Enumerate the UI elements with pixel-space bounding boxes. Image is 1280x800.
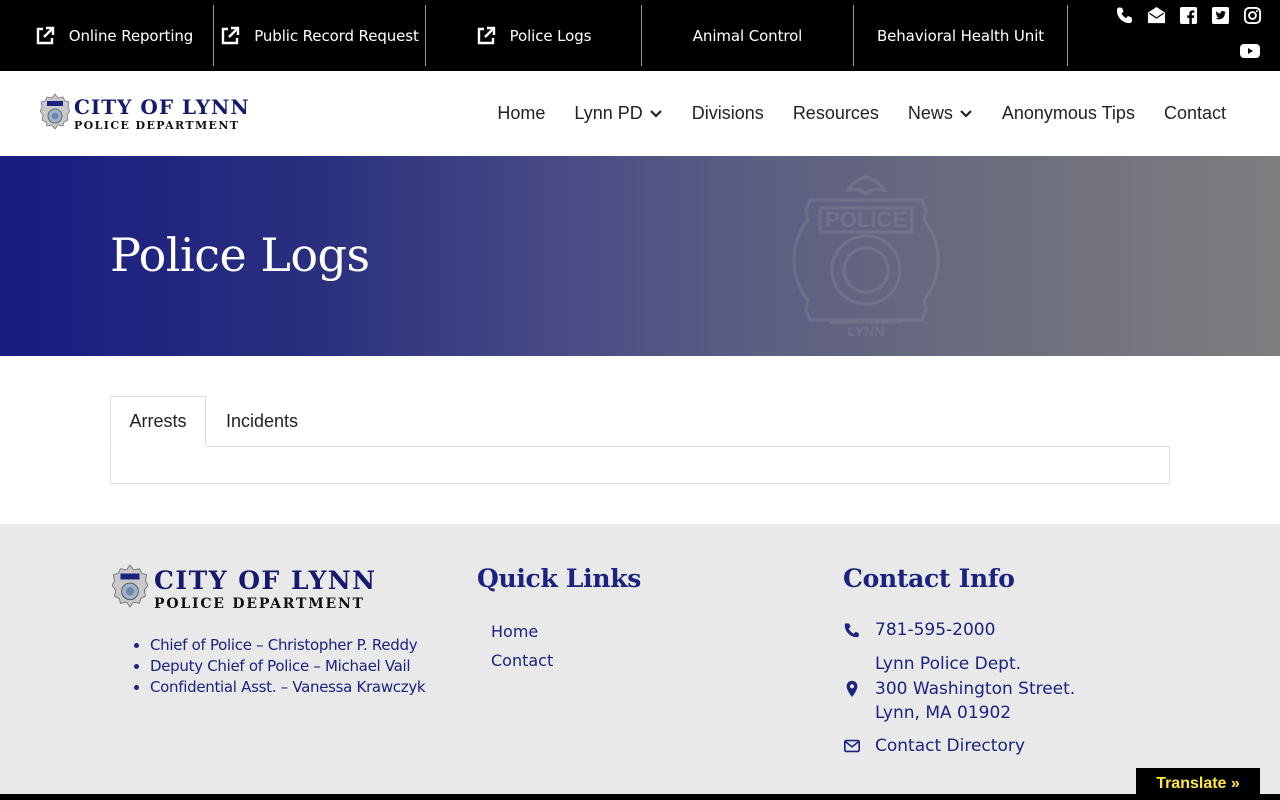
police-logs-label: Police Logs — [509, 26, 592, 45]
social-links — [1115, 6, 1262, 25]
logo-line2: POLICE DEPARTMENT — [74, 119, 240, 132]
nav-item-home[interactable]: Home — [497, 103, 545, 124]
online-reporting-link[interactable]: Online Reporting — [16, 5, 212, 66]
address-line: Lynn, MA 01902 — [875, 703, 1012, 723]
chevron-down-icon — [650, 109, 662, 118]
public-record-request-label: Public Record Request — [254, 26, 419, 45]
contact-directory-label: Contact Directory — [875, 736, 1025, 756]
staff-item[interactable]: Confidential Asst. – Vanessa Krawczyk — [150, 678, 426, 696]
public-record-request-link[interactable]: Public Record Request — [214, 5, 425, 66]
tab-panel — [110, 446, 1170, 484]
staff-item[interactable]: Deputy Chief of Police – Michael Vail — [150, 657, 425, 675]
police-badge-icon — [112, 564, 148, 608]
quick-link-home[interactable]: Home — [491, 622, 538, 641]
footer-logo-line1: CITY OF LYNN — [154, 565, 377, 595]
staff-item[interactable]: Chief of Police – Christopher P. Reddy — [150, 636, 425, 654]
quick-link-contact[interactable]: Contact — [491, 651, 553, 670]
phone-icon — [844, 623, 859, 638]
nav-item-divisions[interactable]: Divisions — [692, 103, 764, 124]
page-title: Police Logs — [110, 228, 370, 282]
tab-incidents[interactable]: Incidents — [206, 396, 318, 447]
nav-item-label: Contact — [1163, 103, 1226, 123]
chevron-down-icon — [960, 109, 972, 118]
animal-control-link[interactable]: Animal Control — [642, 5, 853, 66]
main-nav: Home Lynn PD Divisions Resources News An… — [497, 71, 1226, 156]
nav-item-contact[interactable]: Contact — [1164, 103, 1226, 124]
online-reporting-label: Online Reporting — [68, 26, 194, 45]
svg-text:LYNN: LYNN — [848, 323, 885, 339]
bottom-strip — [0, 794, 1280, 800]
site-footer: CITY OF LYNN POLICE DEPARTMENT Chief of … — [0, 524, 1280, 800]
police-badge-icon — [40, 93, 70, 130]
footer-logo-line2: POLICE DEPARTMENT — [154, 595, 365, 612]
contact-directory-link[interactable]: Contact Directory — [843, 736, 1025, 756]
envelope-icon[interactable] — [1147, 6, 1166, 25]
contact-address: Lynn Police Dept. 300 Washington Street.… — [843, 652, 1075, 726]
facebook-icon[interactable] — [1179, 6, 1198, 25]
twitter-icon[interactable] — [1211, 6, 1230, 25]
nav-item-lynn-pd[interactable]: Lynn PD — [574, 103, 662, 124]
contact-info-heading: Contact Info — [843, 564, 1015, 593]
youtube-icon[interactable] — [1240, 43, 1260, 59]
tab-arrests[interactable]: Arrests — [110, 396, 206, 447]
quick-links-list: Home Contact — [491, 622, 553, 680]
envelope-icon — [843, 739, 861, 753]
svg-text:POLICE: POLICE — [825, 207, 907, 232]
nav-item-label: Resources — [792, 103, 879, 123]
top-utility-bar: Online Reporting Public Record Request P… — [0, 0, 1280, 71]
site-header: CITY OF LYNN POLICE DEPARTMENT Home Lynn… — [0, 71, 1280, 156]
external-link-icon — [477, 26, 495, 44]
nav-item-label: Anonymous Tips — [1001, 103, 1135, 123]
phone-icon[interactable] — [1115, 6, 1134, 25]
behavioral-health-unit-link[interactable]: Behavioral Health Unit — [854, 5, 1067, 66]
tab-label: Arrests — [129, 411, 187, 431]
nav-item-label: Divisions — [691, 103, 764, 123]
logo-text: CITY OF LYNN POLICE DEPARTMENT — [74, 97, 250, 131]
footer-logo-text: CITY OF LYNN POLICE DEPARTMENT — [154, 568, 377, 611]
police-badge-watermark: POLICE LYNN — [792, 174, 940, 339]
external-link-icon — [36, 26, 54, 44]
address-line: 300 Washington Street. — [875, 678, 1076, 699]
tab-label: Incidents — [225, 411, 299, 431]
police-logs-link[interactable]: Police Logs — [426, 5, 641, 66]
map-marker-icon — [846, 680, 858, 697]
nav-item-anonymous-tips[interactable]: Anonymous Tips — [1002, 103, 1135, 124]
nav-item-news[interactable]: News — [908, 103, 973, 124]
address-line: Lynn Police Dept. — [875, 654, 1022, 674]
contact-phone[interactable]: 781-595-2000 — [843, 620, 995, 640]
divider — [1067, 5, 1068, 66]
staff-list: Chief of Police – Christopher P. Reddy D… — [150, 636, 426, 699]
page-hero: Police Logs POLICE LYNN — [0, 156, 1280, 356]
logo-line1: CITY OF LYNN — [74, 95, 250, 119]
behavioral-health-unit-label: Behavioral Health Unit — [876, 26, 1045, 45]
external-link-icon — [222, 26, 240, 44]
contact-phone-number: 781-595-2000 — [875, 620, 996, 640]
animal-control-label: Animal Control — [692, 26, 803, 45]
address-lines: Lynn Police Dept. 300 Washington Street.… — [875, 652, 1075, 726]
site-logo[interactable]: CITY OF LYNN POLICE DEPARTMENT — [40, 93, 250, 135]
instagram-icon[interactable] — [1243, 6, 1262, 25]
nav-item-label: News — [907, 103, 953, 123]
nav-item-label: Home — [497, 103, 546, 123]
footer-logo[interactable]: CITY OF LYNN POLICE DEPARTMENT — [112, 564, 377, 614]
nav-item-resources[interactable]: Resources — [793, 103, 879, 124]
quick-links-heading: Quick Links — [477, 564, 642, 593]
nav-item-label: Lynn PD — [574, 103, 643, 123]
